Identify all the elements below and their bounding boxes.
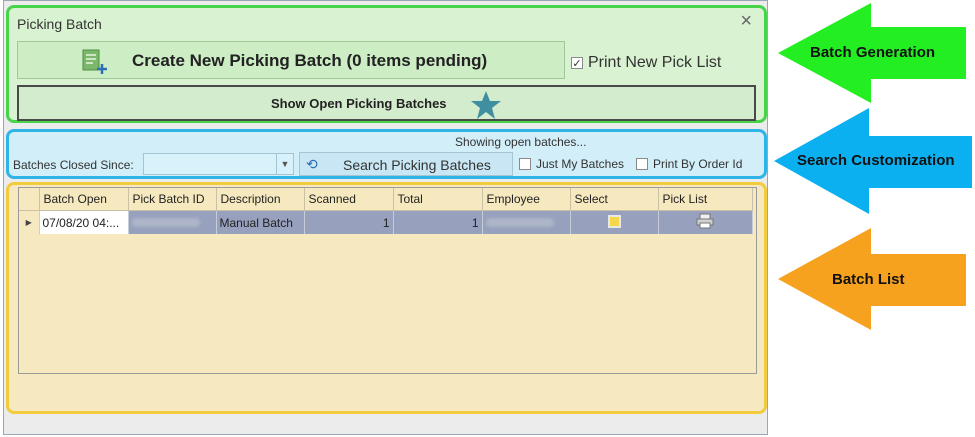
row-selector-icon[interactable]: ▶	[19, 210, 40, 234]
checkbox-unchecked-icon	[636, 158, 648, 170]
print-new-pick-list-label: Print New Pick List	[588, 54, 722, 71]
just-my-batches-label: Just My Batches	[536, 157, 625, 171]
batch-table: Batch Open Pick Batch ID Description Sca…	[19, 188, 753, 234]
show-open-batches-label: Show Open Picking Batches	[271, 96, 447, 111]
batch-list-annotation: Batch List	[832, 271, 905, 288]
close-icon[interactable]: ×	[740, 10, 752, 33]
batch-grid[interactable]: Batch Open Pick Batch ID Description Sca…	[18, 187, 757, 374]
row-header-corner	[19, 188, 40, 211]
column-header[interactable]: Total	[393, 188, 483, 211]
batch-generation-section: Picking Batch × Create New Picking Batch…	[6, 5, 767, 123]
column-header[interactable]: Pick Batch ID	[128, 188, 217, 211]
checkbox-unchecked-icon	[519, 158, 531, 170]
redacted-value	[485, 217, 554, 227]
table-row[interactable]: ▶ 07/08/20 04:... Manual Batch 1 1	[19, 210, 753, 234]
column-header[interactable]: Description	[216, 188, 305, 211]
description-cell[interactable]: Manual Batch	[216, 210, 305, 234]
select-cell[interactable]	[570, 210, 659, 234]
redacted-value	[131, 217, 200, 227]
pick-batch-id-cell[interactable]	[128, 210, 217, 234]
employee-cell[interactable]	[482, 210, 571, 234]
search-batches-label: Search Picking Batches	[343, 157, 491, 173]
table-header: Batch Open Pick Batch ID Description Sca…	[19, 188, 753, 211]
batch-list-section: Batch Open Pick Batch ID Description Sca…	[6, 182, 767, 414]
print-new-pick-list-checkbox[interactable]: ✓ Print New Pick List	[571, 54, 721, 72]
checkbox-checked-icon: ✓	[571, 57, 583, 70]
column-header[interactable]: Batch Open	[39, 188, 129, 211]
refresh-icon: ⟲	[306, 156, 318, 172]
closed-since-date-picker[interactable]: ▼	[143, 153, 294, 175]
create-batch-label: Create New Picking Batch (0 items pendin…	[132, 51, 488, 70]
scanned-cell[interactable]: 1	[304, 210, 394, 234]
closed-since-label: Batches Closed Since:	[13, 158, 134, 172]
star-icon	[470, 90, 502, 125]
chevron-down-icon[interactable]: ▼	[276, 154, 293, 174]
batch-open-cell[interactable]: 07/08/20 04:...	[39, 210, 129, 234]
printer-icon[interactable]	[696, 213, 714, 232]
search-batches-button[interactable]: ⟲ Search Picking Batches	[299, 152, 513, 176]
column-header[interactable]: Employee	[482, 188, 571, 211]
print-by-order-id-checkbox[interactable]: Print By Order Id	[636, 157, 742, 171]
picking-batch-window: Picking Batch × Create New Picking Batch…	[3, 0, 768, 435]
total-cell[interactable]: 1	[393, 210, 483, 234]
create-batch-button[interactable]: Create New Picking Batch (0 items pendin…	[17, 41, 565, 79]
show-open-batches-button[interactable]: Show Open Picking Batches	[17, 85, 756, 121]
pick-list-cell[interactable]	[658, 210, 753, 234]
just-my-batches-checkbox[interactable]: Just My Batches	[519, 157, 624, 171]
search-customization-annotation: Search Customization	[797, 152, 955, 169]
column-header[interactable]: Select	[570, 188, 659, 211]
window-title: Picking Batch	[17, 16, 102, 32]
status-text: Showing open batches...	[455, 135, 587, 149]
column-header[interactable]: Pick List	[658, 188, 753, 211]
print-by-order-id-label: Print By Order Id	[653, 157, 743, 171]
select-icon[interactable]	[607, 214, 621, 228]
new-document-icon	[80, 49, 108, 80]
batch-generation-annotation: Batch Generation	[810, 44, 936, 61]
search-customization-section: Showing open batches... Batches Closed S…	[6, 129, 767, 179]
column-header[interactable]: Scanned	[304, 188, 394, 211]
